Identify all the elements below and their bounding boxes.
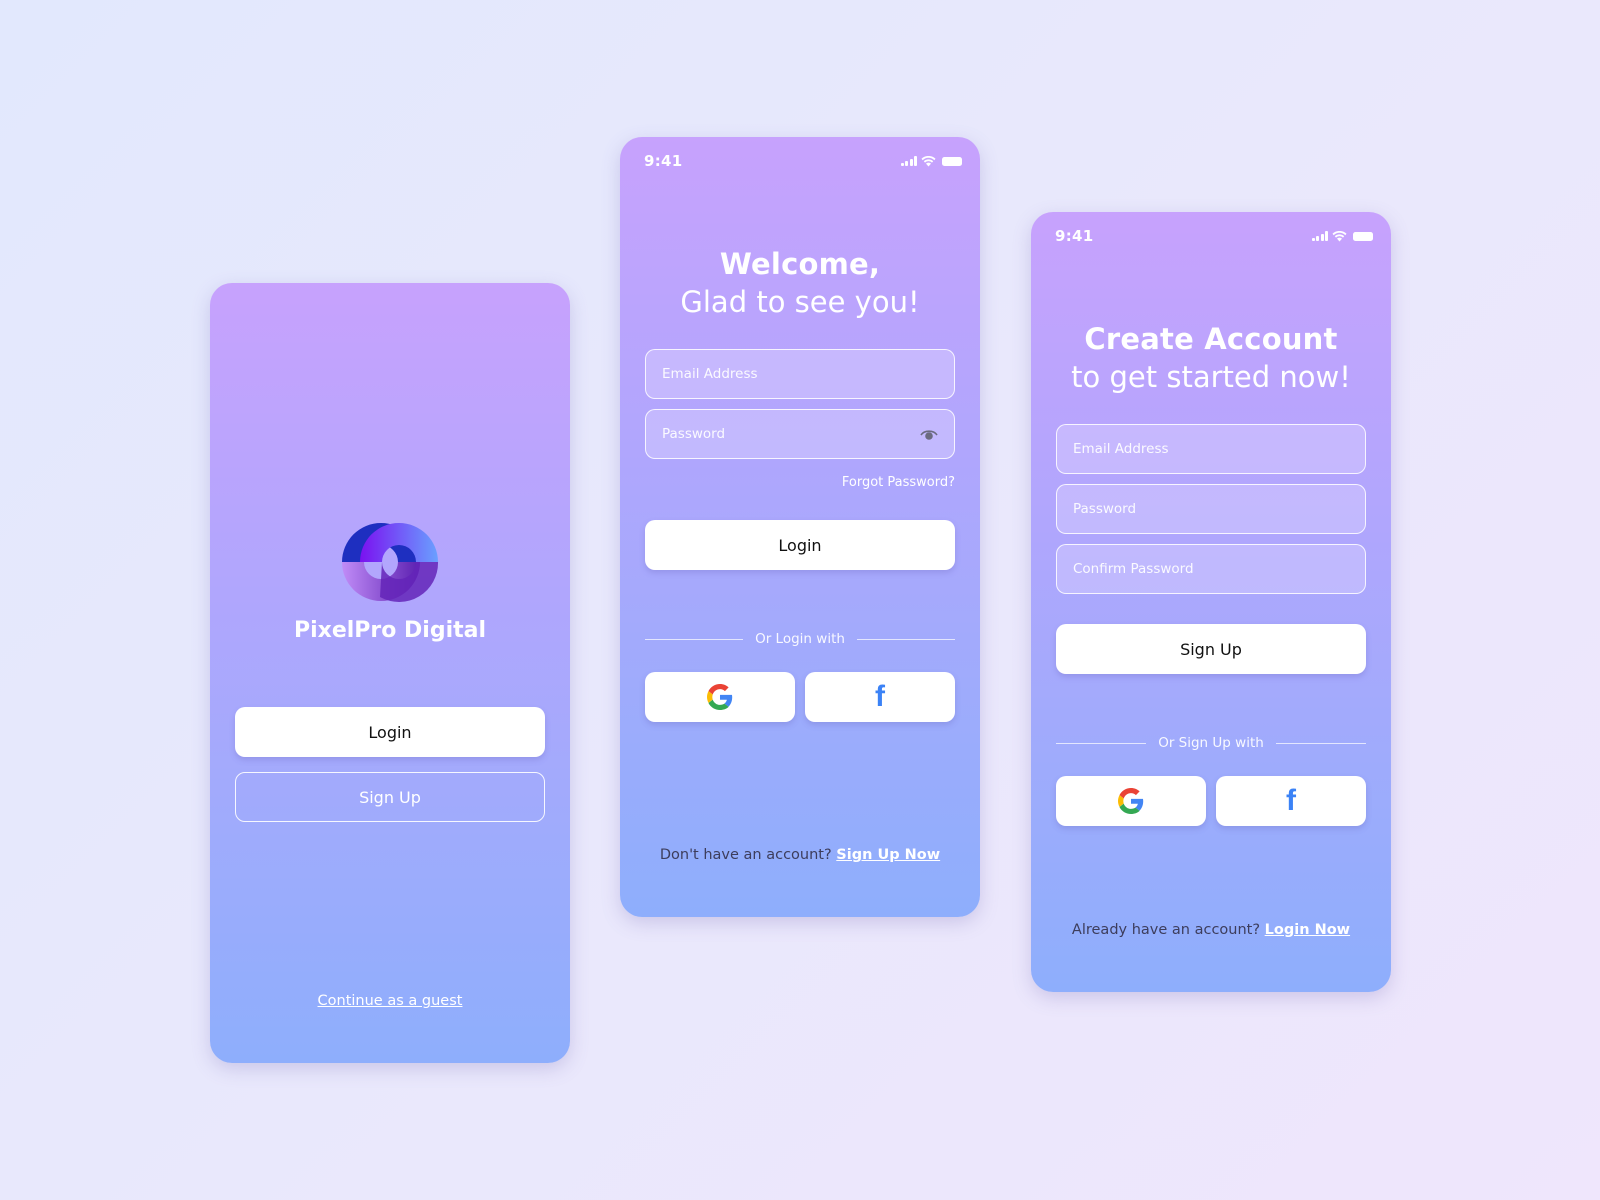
signal-icon <box>1311 231 1328 241</box>
facebook-signup-button[interactable]: f <box>1216 776 1366 826</box>
title-bold: Welcome, <box>719 247 881 281</box>
status-icons <box>900 155 962 167</box>
email-placeholder: Email Address <box>1073 441 1169 457</box>
pixelpro-logo-icon <box>342 523 439 602</box>
google-icon <box>1118 788 1144 814</box>
signup-screen: 9:41 Create Account to get started now! … <box>1031 212 1391 992</box>
email-field[interactable]: Email Address <box>1056 424 1366 474</box>
divider-line <box>645 638 744 640</box>
divider-line <box>1056 742 1147 744</box>
signup-button[interactable]: Sign Up <box>235 772 545 822</box>
divider-line <box>1275 742 1366 744</box>
wifi-icon <box>1332 230 1347 241</box>
facebook-icon: f <box>1286 784 1296 817</box>
eye-icon[interactable] <box>920 427 938 441</box>
signup-button-label: Sign Up <box>1180 639 1242 659</box>
login-prompt-text: Already have an account? <box>1071 922 1261 938</box>
signal-icon <box>900 156 917 166</box>
signup-headline: Create Account to get started now! <box>1031 322 1391 394</box>
continue-as-guest-link[interactable]: Continue as a guest <box>210 993 570 1009</box>
password-placeholder: Password <box>1073 501 1137 517</box>
login-headline: Welcome, Glad to see you! <box>620 247 980 319</box>
divider-label: Or Login with <box>755 631 845 647</box>
confirm-password-placeholder: Confirm Password <box>1073 561 1194 577</box>
divider-label: Or Sign Up with <box>1158 735 1264 751</box>
login-screen: 9:41 Welcome, Glad to see you! Email Add… <box>620 137 980 917</box>
login-prompt: Already have an account? Login Now <box>1031 922 1391 938</box>
password-field[interactable]: Password <box>1056 484 1366 534</box>
login-button-label: Login <box>778 535 822 555</box>
login-now-link[interactable]: Login Now <box>1265 922 1350 938</box>
facebook-icon: f <box>875 680 885 713</box>
google-signup-button[interactable] <box>1056 776 1206 826</box>
password-placeholder: Password <box>662 426 726 442</box>
login-button-label: Login <box>368 722 412 742</box>
battery-icon <box>1353 231 1373 241</box>
login-button[interactable]: Login <box>645 520 955 570</box>
google-icon <box>707 684 733 710</box>
title-light: Glad to see you! <box>680 285 920 319</box>
battery-icon <box>942 156 962 166</box>
status-time: 9:41 <box>1055 227 1094 245</box>
signup-prompt: Don't have an account? Sign Up Now <box>620 847 980 863</box>
password-field[interactable]: Password <box>645 409 955 459</box>
title-bold: Create Account <box>1084 322 1338 356</box>
splash-screen: PixelPro Digital Login Sign Up Continue … <box>210 283 570 1063</box>
confirm-password-field[interactable]: Confirm Password <box>1056 544 1366 594</box>
facebook-login-button[interactable]: f <box>805 672 955 722</box>
status-bar: 9:41 <box>1031 212 1391 260</box>
status-icons <box>1311 230 1373 242</box>
forgot-password-link[interactable]: Forgot Password? <box>842 475 955 490</box>
signup-now-link[interactable]: Sign Up Now <box>836 847 940 863</box>
brand-name: PixelPro Digital <box>293 618 487 643</box>
signup-button-label: Sign Up <box>359 787 421 807</box>
wifi-icon <box>921 155 936 166</box>
social-login-row: f <box>645 672 955 722</box>
login-button[interactable]: Login <box>235 707 545 757</box>
email-placeholder: Email Address <box>662 366 758 382</box>
or-signup-with-divider: Or Sign Up with <box>1056 733 1366 753</box>
google-login-button[interactable] <box>645 672 795 722</box>
status-time: 9:41 <box>644 152 683 170</box>
status-bar: 9:41 <box>620 137 980 185</box>
signup-prompt-text: Don't have an account? <box>659 847 832 863</box>
social-signup-row: f <box>1056 776 1366 826</box>
email-field[interactable]: Email Address <box>645 349 955 399</box>
title-light: to get started now! <box>1071 360 1351 394</box>
divider-line <box>856 638 956 640</box>
signup-button[interactable]: Sign Up <box>1056 624 1366 674</box>
or-login-with-divider: Or Login with <box>645 629 956 649</box>
